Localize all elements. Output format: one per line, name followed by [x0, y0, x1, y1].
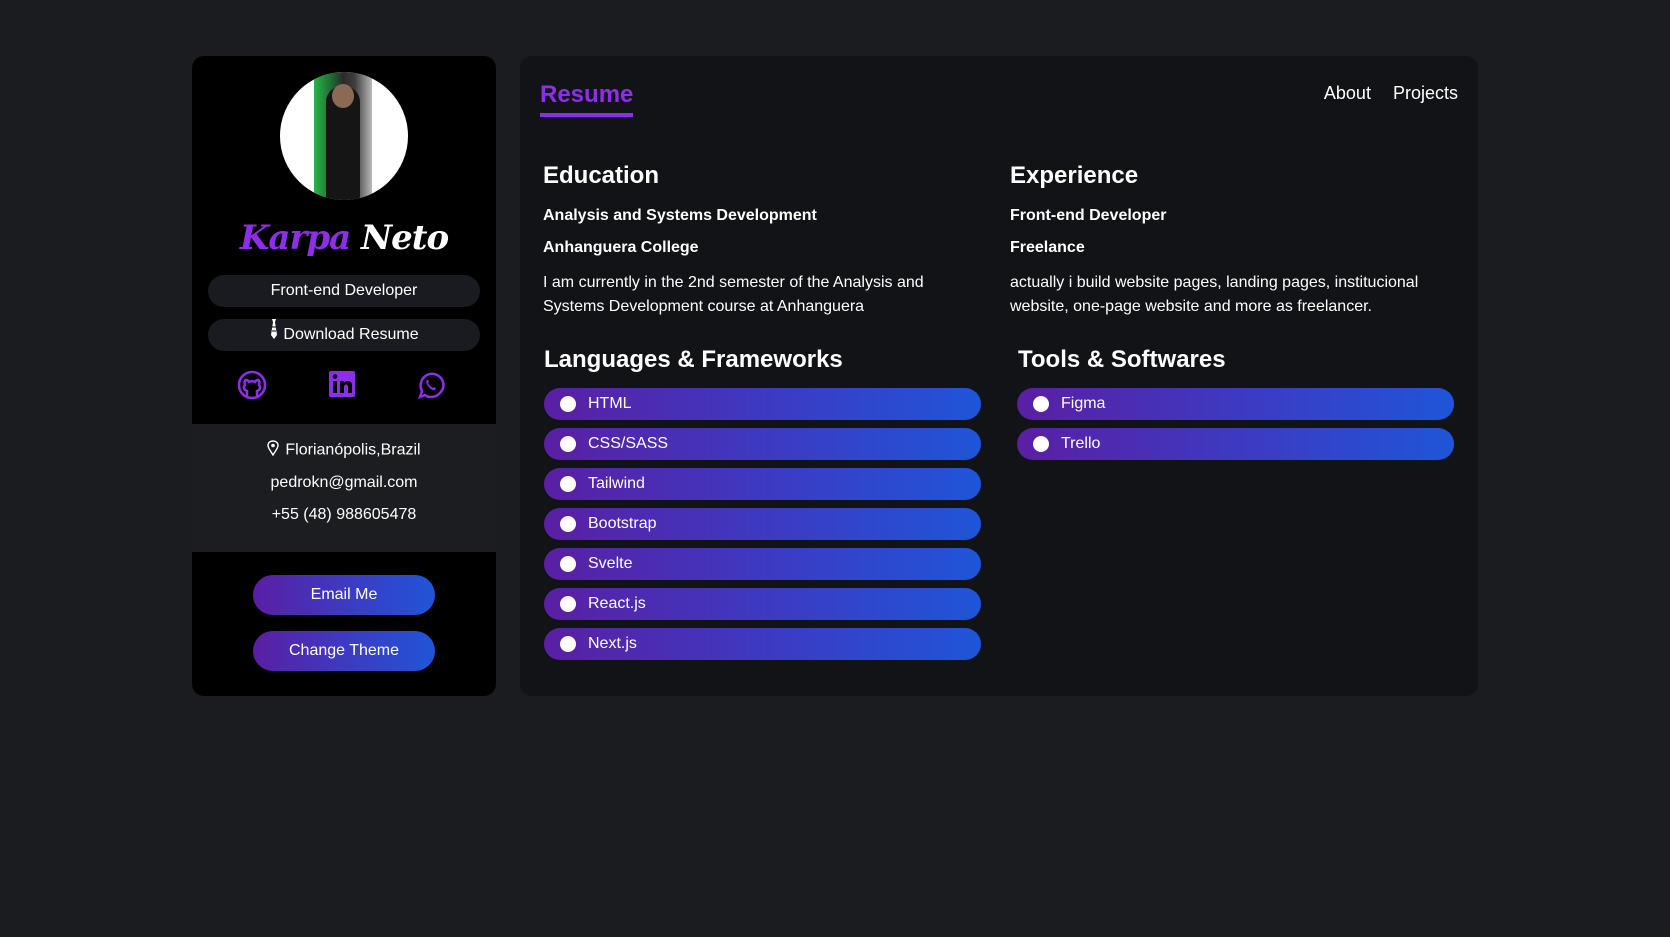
- nav-link-about[interactable]: About: [1324, 83, 1371, 103]
- avatar-head: [332, 84, 354, 108]
- skill-item: React.js: [544, 588, 981, 620]
- location-pin-icon: [267, 440, 280, 461]
- bullet-dot: [560, 436, 576, 452]
- bullet-dot: [1033, 436, 1049, 452]
- skill-label: CSS/SASS: [588, 435, 669, 452]
- skill-label: Bootstrap: [588, 515, 657, 532]
- tool-item: Trello: [1017, 428, 1454, 460]
- nav-link-projects[interactable]: Projects: [1393, 83, 1458, 103]
- skill-item: Svelte: [544, 548, 981, 580]
- tie-icon: [269, 319, 279, 351]
- skill-item: Tailwind: [544, 468, 981, 500]
- bullet-dot: [560, 476, 576, 492]
- tool-item: Figma: [1017, 388, 1454, 420]
- skill-label: Next.js: [588, 635, 637, 652]
- languages-title: Languages & Frameworks: [544, 346, 843, 373]
- bullet-dot: [560, 556, 576, 572]
- location-text: Florianópolis,Brazil: [285, 441, 421, 459]
- bullet-dot: [560, 516, 576, 532]
- contact-panel: Florianópolis,Brazil pedrokn@gmail.com +…: [192, 424, 496, 552]
- resume-panel: Resume About Projects Education Analysis…: [520, 56, 1478, 696]
- education-course: Analysis and Systems Development: [543, 207, 817, 224]
- skill-label: Svelte: [588, 555, 633, 572]
- skill-item: HTML: [544, 388, 981, 420]
- phone-text: +55 (48) 988605478: [271, 506, 417, 523]
- bullet-dot: [560, 636, 576, 652]
- bullet-dot: [1033, 396, 1049, 412]
- github-icon[interactable]: [237, 370, 269, 402]
- experience-company: Freelance: [1010, 239, 1085, 256]
- whatsapp-icon[interactable]: [416, 370, 448, 402]
- email-text: pedrokn@gmail.com: [270, 474, 418, 491]
- education-description: I am currently in the 2nd semester of th…: [543, 274, 924, 315]
- download-resume-label: Download Resume: [283, 326, 419, 344]
- experience-role: Front-end Developer: [1010, 207, 1167, 224]
- skill-label: React.js: [588, 595, 646, 612]
- skill-item: Bootstrap: [544, 508, 981, 540]
- education-title: Education: [543, 162, 660, 189]
- change-theme-button[interactable]: Change Theme: [253, 631, 435, 671]
- skill-item: CSS/SASS: [544, 428, 981, 460]
- bullet-dot: [560, 596, 576, 612]
- profile-sidebar: Karpa Neto Front-end Developer Download …: [192, 56, 496, 696]
- skill-label: Tailwind: [588, 475, 645, 492]
- profile-last-name: Neto: [361, 218, 449, 258]
- tools-title: Tools & Softwares: [1018, 346, 1226, 373]
- education-school: Anhanguera College: [543, 239, 699, 256]
- avatar: [280, 72, 408, 200]
- experience-title: Experience: [1010, 162, 1139, 189]
- profile-name: Karpa Neto: [192, 218, 496, 258]
- linkedin-icon[interactable]: [328, 370, 360, 402]
- tab-resume[interactable]: Resume: [540, 81, 634, 117]
- location-line: Florianópolis,Brazil: [192, 440, 496, 461]
- role-badge: Front-end Developer: [208, 275, 480, 307]
- bullet-dot: [560, 396, 576, 412]
- download-resume-button[interactable]: Download Resume: [208, 319, 480, 351]
- top-nav: About Projects: [1307, 83, 1458, 104]
- profile-first-name: Karpa: [239, 218, 351, 258]
- tool-label: Figma: [1061, 395, 1106, 412]
- email-me-button[interactable]: Email Me: [253, 575, 435, 615]
- experience-description: actually i build website pages, landing …: [1010, 274, 1419, 315]
- tool-label: Trello: [1061, 435, 1101, 452]
- skill-label: HTML: [588, 395, 632, 412]
- social-links: [192, 370, 496, 414]
- role-label: Front-end Developer: [270, 282, 418, 299]
- skill-item: Next.js: [544, 628, 981, 660]
